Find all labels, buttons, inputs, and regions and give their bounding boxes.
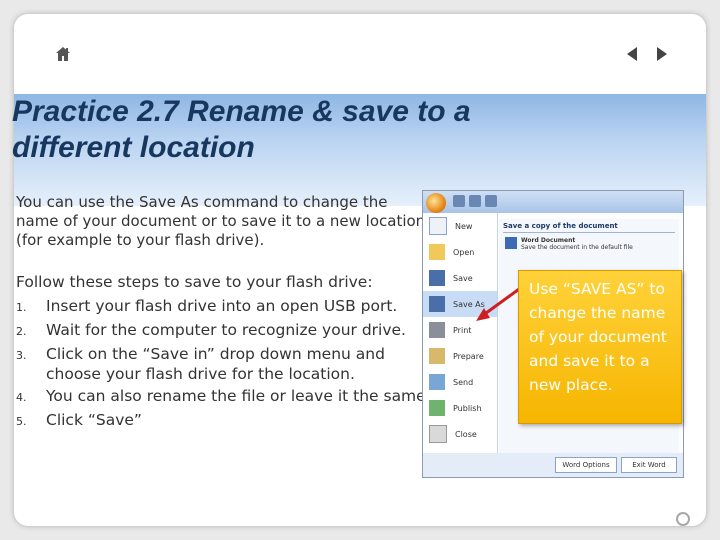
menu-item-close: Close [423, 421, 497, 447]
menu-item-open: Open [423, 239, 497, 265]
callout-note: Use “SAVE AS” to change the name of your… [518, 270, 682, 424]
step-number: 3. [16, 349, 27, 362]
steps-intro: Follow these steps to save to your flash… [16, 273, 373, 291]
arrow-left-icon [627, 47, 637, 61]
menu-item-label: Send [453, 377, 474, 387]
menu-item-new: New [423, 213, 497, 239]
step-text: Insert your flash drive into an open USB… [46, 297, 398, 315]
corner-ring-decoration [676, 512, 690, 526]
menu-item-prepare: Prepare [423, 343, 497, 369]
menu-item-label: Close [455, 429, 477, 439]
previous-slide-button[interactable] [618, 42, 646, 66]
step-number: 1. [16, 301, 27, 314]
home-button[interactable] [48, 42, 78, 66]
step-text: Click “Save” [46, 411, 142, 429]
submenu-item-desc: Save the document in the default file [521, 244, 633, 251]
menu-item-publish: Publish [423, 395, 497, 421]
list-item: 1. Insert your flash drive into an open U… [16, 296, 436, 318]
menu-item-label: Open [453, 247, 475, 257]
callout-text: Use “SAVE AS” to change the name of your… [529, 280, 667, 394]
floppy-icon [429, 270, 445, 286]
list-item: 4. You can also rename the file or leave … [16, 386, 436, 408]
home-icon [56, 47, 70, 61]
screenshot-title-bar [423, 191, 683, 213]
publish-icon [429, 400, 445, 416]
submenu-item-word-document: Word Document Save the document in the de… [505, 237, 673, 251]
quick-access-toolbar [453, 195, 523, 208]
arrow-right-icon [657, 47, 667, 61]
step-number: 2. [16, 325, 27, 338]
new-document-icon [429, 217, 447, 235]
step-number: 4. [16, 391, 27, 404]
menu-item-label: New [455, 221, 473, 231]
exit-word-button: Exit Word [621, 457, 677, 473]
prepare-icon [429, 348, 445, 364]
save-as-icon [429, 296, 445, 312]
folder-icon [429, 244, 445, 260]
printer-icon [429, 322, 445, 338]
word-options-button: Word Options [555, 457, 617, 473]
step-text: You can also rename the file or leave it… [46, 387, 431, 405]
menu-item-send: Send [423, 369, 497, 395]
next-slide-button[interactable] [650, 42, 674, 66]
slide-title: Practice 2.7 Rename & save to a differen… [12, 95, 471, 164]
close-document-icon [429, 425, 447, 443]
office-button-icon [426, 193, 446, 213]
submenu-title: Save a copy of the document [503, 222, 675, 233]
redo-icon [485, 195, 497, 207]
save-icon [453, 195, 465, 207]
list-item: 3. Click on the “Save in” drop down menu … [16, 344, 436, 384]
step-text: Wait for the computer to recognize your … [46, 321, 406, 339]
undo-icon [469, 195, 481, 207]
steps-list: 1. Insert your flash drive into an open U… [16, 296, 436, 434]
word-document-icon [505, 237, 517, 249]
list-item: 2. Wait for the computer to recognize you… [16, 320, 436, 342]
menu-item-label: Publish [453, 403, 482, 413]
menu-item-label: Print [453, 325, 472, 335]
send-icon [429, 374, 445, 390]
menu-item-label: Prepare [453, 351, 484, 361]
step-number: 5. [16, 415, 27, 428]
office-menu: New Open Save Save As Print Prepare Send… [423, 213, 498, 477]
list-item: 5. Click “Save” [16, 410, 436, 432]
step-text: Click on the “Save in” drop down menu an… [46, 345, 385, 383]
intro-text: You can use the Save As command to chang… [16, 193, 426, 249]
menu-footer: Word Options Exit Word [423, 453, 683, 477]
submenu-item-title: Word Document [521, 237, 576, 244]
